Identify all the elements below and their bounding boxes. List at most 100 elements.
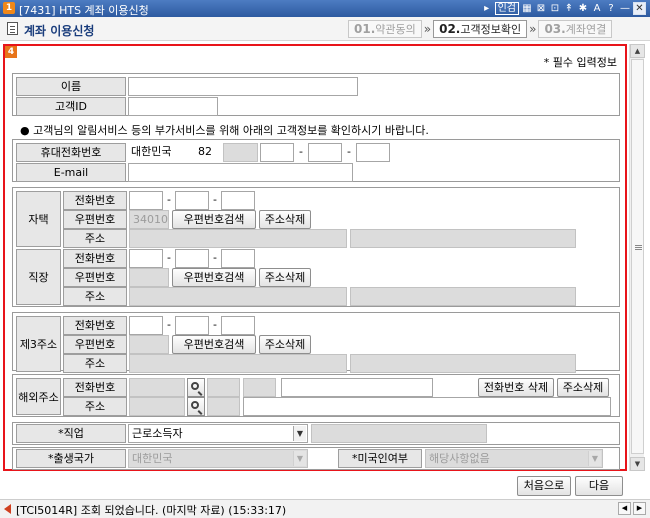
third-zip-search-button[interactable]: 우편번호검색 bbox=[172, 335, 256, 354]
first-button[interactable]: 처음으로 bbox=[517, 476, 571, 496]
window-title: [7431] HTS 계좌 이용신청 bbox=[19, 4, 149, 17]
grid-icon[interactable]: ▦ bbox=[521, 2, 533, 15]
name-input[interactable] bbox=[128, 77, 358, 96]
arrow-left-icon[interactable]: ◀ bbox=[618, 502, 631, 515]
work-phone-label: 전화번호 bbox=[63, 249, 127, 268]
work-address-label: 주소 bbox=[63, 287, 127, 306]
screen-icon[interactable]: ⊠ bbox=[535, 2, 547, 15]
overseas-country-search-button[interactable] bbox=[187, 378, 205, 397]
work-address2-input bbox=[350, 287, 576, 306]
overseas-phone-delete-button[interactable]: 전화번호 삭제 bbox=[478, 378, 554, 397]
third-zip-input bbox=[129, 335, 169, 354]
email-input[interactable] bbox=[128, 163, 353, 182]
work-group-label: 직장 bbox=[16, 249, 61, 305]
status-bar: [TCI5014R] 조회 되었습니다. (마지막 자료) (15:33:17)… bbox=[0, 499, 650, 518]
home-phone-part1-input[interactable] bbox=[129, 191, 163, 210]
birth-country-select: 대한민국 ▼ bbox=[128, 449, 308, 468]
third-phone-part3-input[interactable] bbox=[221, 316, 255, 335]
window-titlebar: 1 [7431] HTS 계좌 이용신청 ▸ 인검 ▦ ⊠ ⊡ ↟ ✱ A ? … bbox=[0, 0, 650, 17]
home-work-section: 자택 전화번호 - - 우편번호 34010 우편번호검색 주소삭제 주소 직장… bbox=[12, 187, 620, 307]
mobile-part2-input[interactable] bbox=[308, 143, 342, 162]
document-icon bbox=[7, 22, 18, 35]
search-icon bbox=[191, 382, 199, 390]
step-indicator: 01.약관동의 » 02.고객정보확인 » 03.계좌연결 bbox=[348, 20, 613, 38]
auth-button[interactable]: 인검 bbox=[494, 2, 519, 15]
mobile-label: 휴대전화번호 bbox=[16, 143, 126, 162]
grip-icon bbox=[635, 245, 642, 246]
work-phone-part2-input[interactable] bbox=[175, 249, 209, 268]
third-zip-label: 우편번호 bbox=[63, 335, 127, 354]
work-zip-label: 우편번호 bbox=[63, 268, 127, 287]
overseas-phone-input[interactable] bbox=[281, 378, 433, 397]
dash: - bbox=[167, 251, 171, 264]
identity-section: 이름 고객ID bbox=[12, 73, 620, 116]
name-label: 이름 bbox=[16, 77, 126, 96]
third-address-section: 제3주소 전화번호 - - 우편번호 우편번호검색 주소삭제 주소 bbox=[12, 312, 620, 373]
us-person-value: 해당사항없음 bbox=[429, 452, 490, 465]
home-address-delete-button[interactable]: 주소삭제 bbox=[259, 210, 311, 229]
birth-country-value: 대한민국 bbox=[132, 452, 173, 465]
home-zip-search-button[interactable]: 우편번호검색 bbox=[172, 210, 256, 229]
third-phone-part2-input[interactable] bbox=[175, 316, 209, 335]
overseas-address-search-button[interactable] bbox=[187, 397, 205, 416]
close-icon[interactable]: ✕ bbox=[633, 2, 646, 15]
dash: - bbox=[167, 193, 171, 206]
overseas-address-code-input bbox=[207, 397, 240, 416]
mobile-part1-input[interactable] bbox=[260, 143, 294, 162]
third-address2-input bbox=[350, 354, 576, 373]
scroll-up-icon[interactable]: ▲ bbox=[630, 44, 645, 58]
minimize-icon[interactable]: — bbox=[619, 2, 631, 15]
speaker-icon bbox=[4, 504, 11, 514]
chevron-down-icon: ▼ bbox=[588, 451, 601, 466]
settings-icon[interactable]: ✱ bbox=[577, 2, 589, 15]
customer-id-input[interactable] bbox=[128, 97, 218, 116]
work-address-delete-button[interactable]: 주소삭제 bbox=[259, 268, 311, 287]
dash: - bbox=[213, 318, 217, 331]
vertical-scrollbar[interactable]: ▲ ▼ bbox=[629, 44, 645, 471]
window-controls: ▸ 인검 ▦ ⊠ ⊡ ↟ ✱ A ? — ✕ bbox=[481, 1, 646, 16]
next-button[interactable]: 다음 bbox=[575, 476, 623, 496]
window-icon[interactable]: ⊡ bbox=[549, 2, 561, 15]
overseas-address-input[interactable] bbox=[243, 397, 611, 416]
status-message: [TCI5014R] 조회 되었습니다. (마지막 자료) (15:33:17) bbox=[16, 504, 287, 517]
step-arrow-icon: » bbox=[529, 22, 537, 36]
scroll-down-icon[interactable]: ▼ bbox=[630, 457, 645, 471]
app-icon: 1 bbox=[3, 2, 15, 14]
arrow-right-icon[interactable]: ▶ bbox=[633, 502, 646, 515]
panel-badge: 4 bbox=[5, 46, 17, 58]
third-phone-label: 전화번호 bbox=[63, 316, 127, 335]
font-size-icon[interactable]: A bbox=[591, 2, 603, 15]
contact-section: 휴대전화번호 대한민국 82 - - E-mail bbox=[12, 139, 620, 182]
us-person-label: *미국인여부 bbox=[338, 449, 422, 468]
home-address-label: 주소 bbox=[63, 229, 127, 248]
overseas-address-country-input bbox=[129, 397, 185, 416]
mobile-part3-input[interactable] bbox=[356, 143, 390, 162]
scrollbar-thumb[interactable] bbox=[631, 59, 644, 454]
third-address-delete-button[interactable]: 주소삭제 bbox=[259, 335, 311, 354]
home-phone-part2-input[interactable] bbox=[175, 191, 209, 210]
third-phone-part1-input[interactable] bbox=[129, 316, 163, 335]
mobile-country-code: 82 bbox=[198, 145, 212, 158]
pin-icon[interactable]: ↟ bbox=[563, 2, 575, 15]
overseas-country-input bbox=[129, 378, 185, 397]
page-title: 계좌 이용신청 bbox=[24, 24, 95, 38]
job-select[interactable]: 근로소득자 ▼ bbox=[128, 424, 308, 443]
home-phone-part3-input[interactable] bbox=[221, 191, 255, 210]
work-zip-search-button[interactable]: 우편번호검색 bbox=[172, 268, 256, 287]
search-icon bbox=[191, 401, 199, 409]
form-panel: 4 * 필수 입력정보 이름 고객ID ● 고객님의 알림서비스 등의 부가서비… bbox=[3, 44, 627, 471]
page-header: 계좌 이용신청 01.약관동의 » 02.고객정보확인 » 03.계좌연결 bbox=[0, 17, 650, 41]
work-phone-part1-input[interactable] bbox=[129, 249, 163, 268]
email-label: E-mail bbox=[16, 163, 126, 182]
work-phone-part3-input[interactable] bbox=[221, 249, 255, 268]
overseas-address-delete-button[interactable]: 주소삭제 bbox=[557, 378, 609, 397]
work-zip-input bbox=[129, 268, 169, 287]
home-phone-label: 전화번호 bbox=[63, 191, 127, 210]
help-icon[interactable]: ? bbox=[605, 2, 617, 15]
step-customer-info[interactable]: 02.고객정보확인 bbox=[433, 20, 528, 38]
step-agreement[interactable]: 01.약관동의 bbox=[348, 20, 422, 38]
chevron-down-icon[interactable]: ▼ bbox=[293, 426, 306, 441]
arrow-right-icon[interactable]: ▸ bbox=[481, 2, 493, 15]
third-address1-input bbox=[129, 354, 347, 373]
step-account-link[interactable]: 03.계좌연결 bbox=[538, 20, 613, 38]
